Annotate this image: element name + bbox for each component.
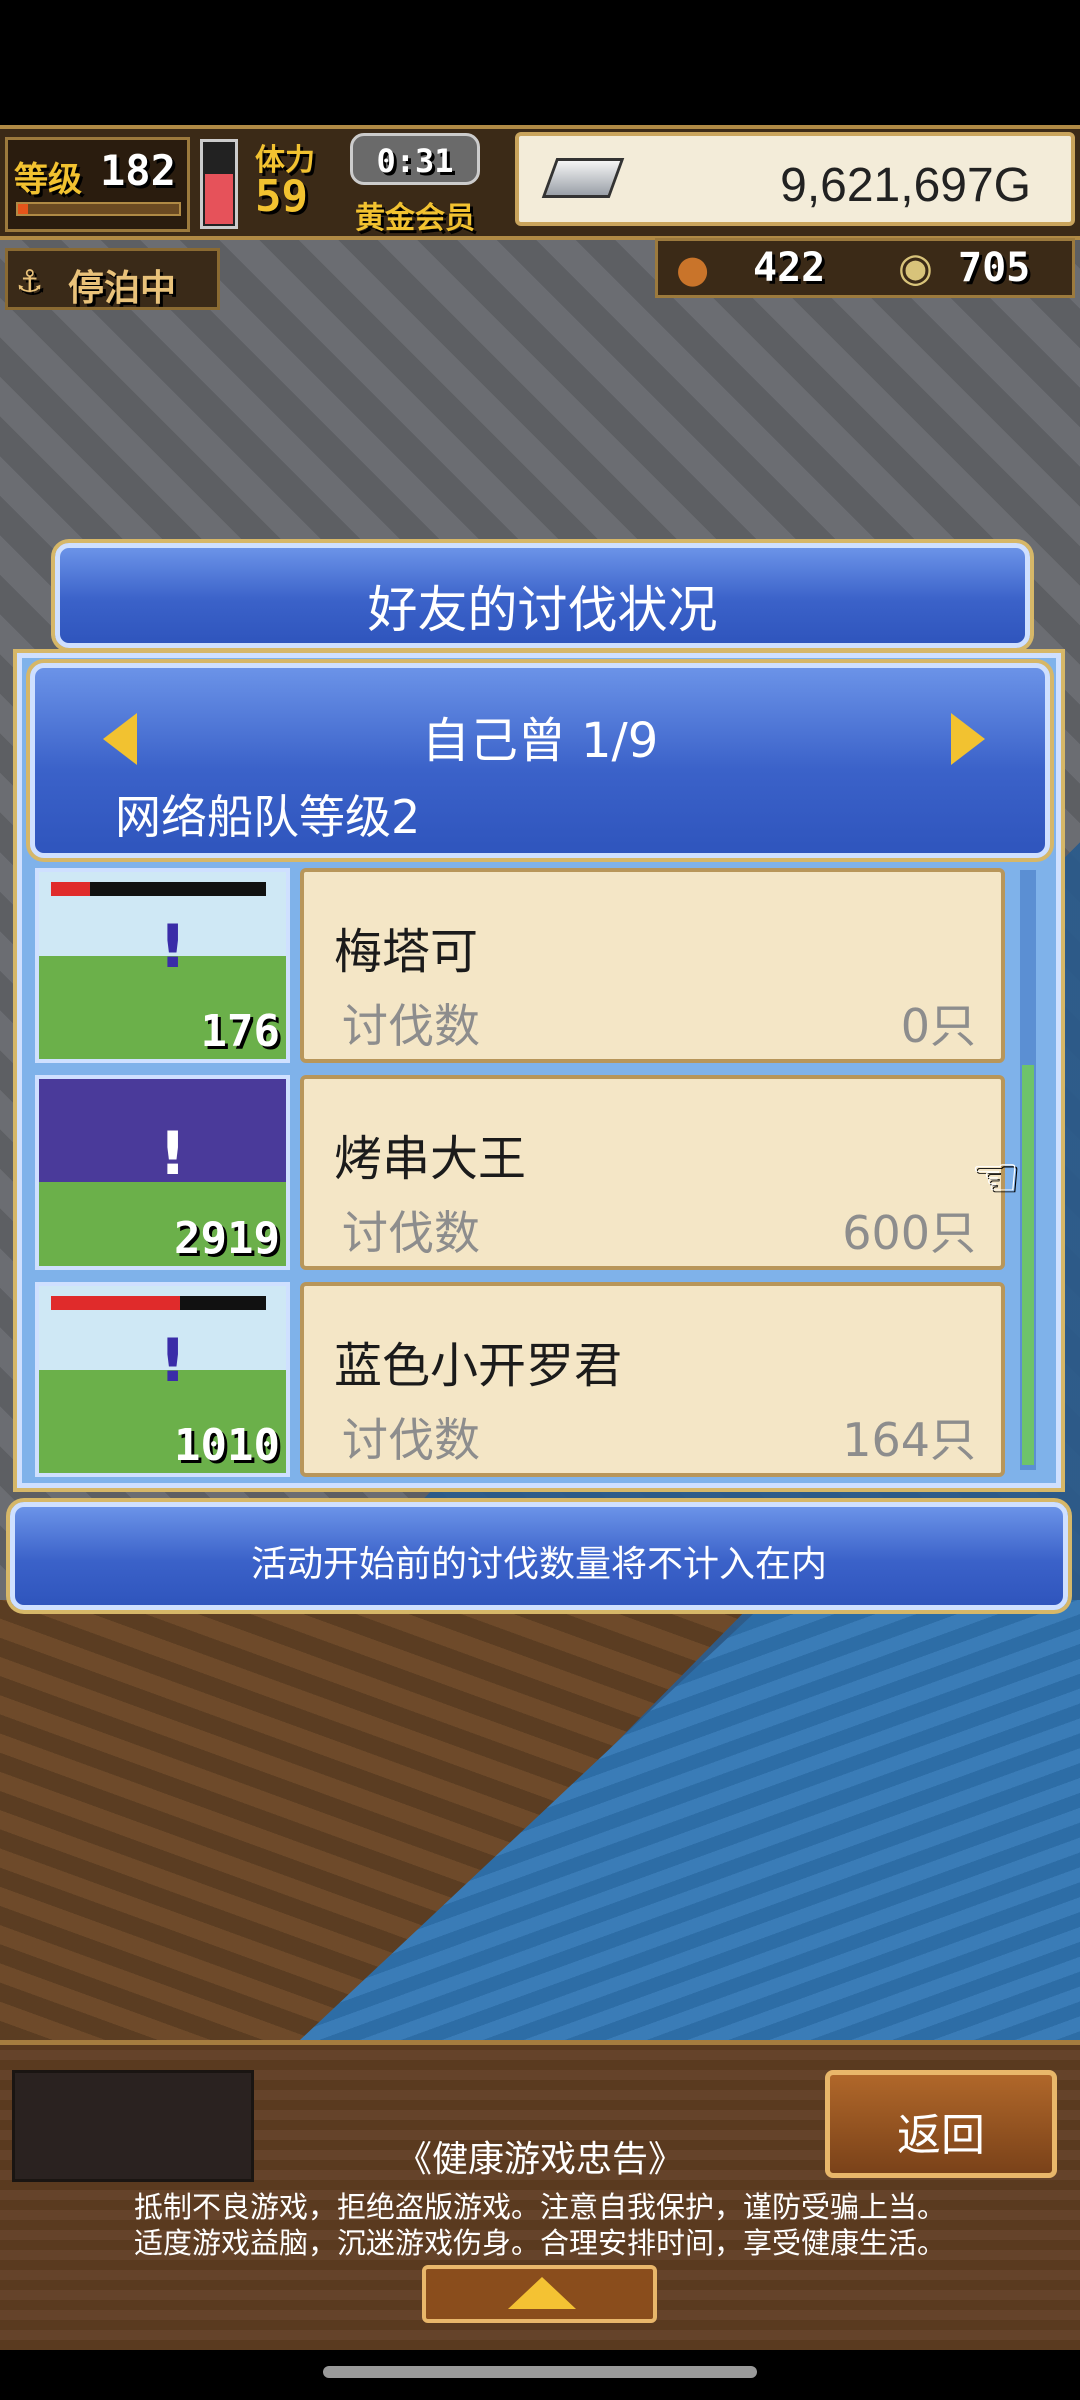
kill-count-label: 讨伐数 bbox=[342, 999, 480, 1053]
pointing-hand-icon: ☜ bbox=[970, 1145, 1021, 1210]
list-item[interactable]: ! 1010 蓝色小开罗君 讨伐数 164只 bbox=[35, 1282, 1010, 1482]
level-value: 182 bbox=[100, 146, 176, 195]
exp-bar bbox=[16, 202, 181, 216]
monster-thumbnail: ! 176 bbox=[35, 868, 290, 1063]
coin-icon: ◉ bbox=[898, 245, 933, 291]
membership-badge: 黄金会员 bbox=[355, 201, 475, 236]
timer-text: 0:31 bbox=[376, 142, 454, 180]
kill-card: 蓝色小开罗君 讨伐数 164只 bbox=[300, 1282, 1005, 1477]
moored-label: 停泊中 bbox=[68, 268, 177, 309]
stamina-gauge-fill bbox=[205, 174, 233, 224]
dialog-title: 好友的讨伐状况 bbox=[367, 581, 718, 639]
monster-name: 烤串大王 bbox=[334, 1131, 527, 1187]
thumb-number: 1010 bbox=[174, 1420, 280, 1471]
thumb-number: 2919 bbox=[174, 1213, 280, 1264]
gold-display: 9,621,697G bbox=[515, 132, 1075, 226]
monster-thumbnail: ! 1010 bbox=[35, 1282, 290, 1477]
gold-amount: 9,621,697G bbox=[780, 159, 1031, 212]
stamina-value: 59 bbox=[255, 171, 308, 222]
timer-box: 0:31 bbox=[350, 133, 480, 185]
silver-bar-icon bbox=[541, 158, 625, 198]
up-arrow-icon bbox=[508, 2277, 576, 2309]
moored-status: ⚓ 停泊中 bbox=[5, 248, 220, 310]
level-box: 等级 182 bbox=[5, 137, 190, 232]
thumb-number: 176 bbox=[200, 1006, 280, 1057]
hp-bar-fill bbox=[51, 1296, 180, 1310]
health-advice-title: 《健康游戏忠告》 bbox=[395, 2139, 684, 2180]
hp-bar bbox=[51, 1296, 266, 1310]
list-item[interactable]: ! 176 梅塔可 讨伐数 0只 bbox=[35, 868, 1010, 1068]
monster-name: 蓝色小开罗君 bbox=[334, 1338, 623, 1394]
kill-count-value: 600只 bbox=[842, 1206, 976, 1260]
next-friend-arrow-icon[interactable] bbox=[951, 713, 985, 765]
resource-1-value: 422 bbox=[753, 245, 826, 291]
notice-text: 活动开始前的讨伐数量将不计入在内 bbox=[250, 1544, 827, 1585]
exp-bar-fill bbox=[18, 204, 28, 214]
alert-icon: ! bbox=[159, 1119, 187, 1189]
alert-icon: ! bbox=[159, 912, 187, 982]
home-indicator[interactable] bbox=[323, 2366, 757, 2378]
fish-icon: ● bbox=[676, 247, 710, 291]
monster-thumbnail: ! 2919 bbox=[35, 1075, 290, 1270]
kill-card: 烤串大王 讨伐数 600只 bbox=[300, 1075, 1005, 1270]
friend-name: 自己曾 1/9 bbox=[421, 713, 659, 769]
expand-button[interactable] bbox=[422, 2265, 657, 2323]
kill-count-label: 讨伐数 bbox=[342, 1206, 480, 1260]
resource-bar: ● 422 ◉ 705 bbox=[655, 238, 1075, 298]
health-advice-line-2: 适度游戏益脑，沉迷游戏伤身。合理安排时间，享受健康生活。 bbox=[133, 2226, 946, 2260]
level-label: 等级 bbox=[14, 160, 82, 200]
fleet-level: 网络船队等级2 bbox=[115, 790, 421, 844]
list-item[interactable]: ! 2919 烤串大王 讨伐数 600只 bbox=[35, 1075, 1010, 1275]
friend-header: 自己曾 1/9 网络船队等级2 bbox=[30, 663, 1050, 858]
stamina-gauge bbox=[200, 139, 238, 229]
notice-bar: 活动开始前的讨伐数量将不计入在内 bbox=[10, 1502, 1068, 1610]
dialog-title-bar: 好友的讨伐状况 bbox=[55, 543, 1030, 648]
kill-count-label: 讨伐数 bbox=[342, 1413, 480, 1467]
scrollbar-thumb[interactable] bbox=[1022, 1065, 1034, 1465]
resource-2-value: 705 bbox=[958, 245, 1031, 291]
kill-count-value: 0只 bbox=[900, 999, 976, 1053]
anchor-icon: ⚓ bbox=[18, 257, 41, 301]
kill-count-value: 164只 bbox=[842, 1413, 976, 1467]
monster-name: 梅塔可 bbox=[334, 924, 479, 980]
kill-card: 梅塔可 讨伐数 0只 bbox=[300, 868, 1005, 1063]
hp-bar bbox=[51, 882, 266, 896]
alert-icon: ! bbox=[159, 1326, 187, 1396]
hp-bar-fill bbox=[51, 882, 90, 896]
